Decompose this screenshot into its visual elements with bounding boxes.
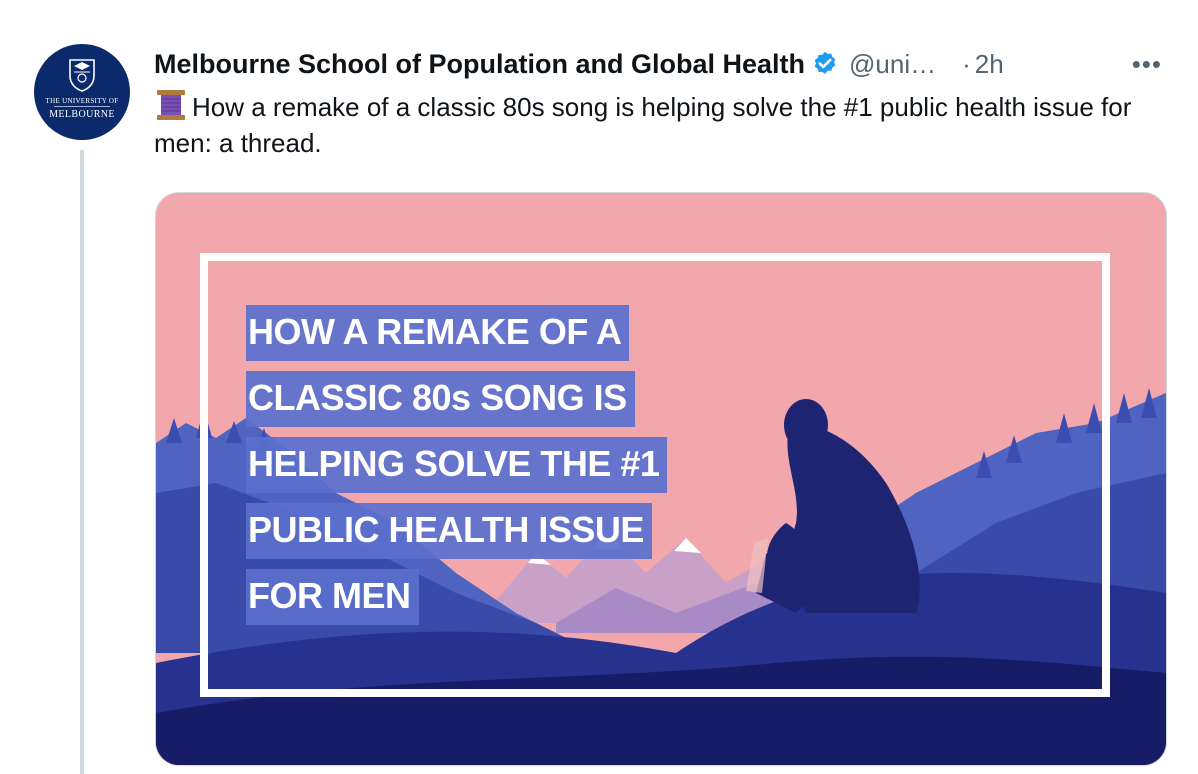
tweet-body: How a remake of a classic 80s song is he… (154, 92, 1132, 158)
tweet-media-image[interactable]: HOW A REMAKE OF A CLASSIC 80s SONG IS HE… (155, 192, 1167, 766)
headline-line: CLASSIC 80s SONG IS (246, 371, 635, 427)
headline-line: FOR MEN (246, 569, 419, 625)
more-options-button[interactable]: ••• (1132, 44, 1162, 84)
header-separator: · (962, 48, 971, 79)
headline-line: HELPING SOLVE THE #1 (246, 437, 668, 493)
tweet-header: Melbourne School of Population and Globa… (154, 44, 1174, 84)
avatar-divider (54, 106, 110, 107)
avatar-university-label: THE UNIVERSITY OF (45, 97, 119, 105)
headline-line: PUBLIC HEALTH ISSUE (246, 503, 652, 559)
university-crest-icon (69, 59, 95, 92)
tweet-text: How a remake of a classic 80s song is he… (154, 88, 1174, 161)
author-name[interactable]: Melbourne School of Population and Globa… (154, 49, 805, 80)
media-headline: HOW A REMAKE OF A CLASSIC 80s SONG IS HE… (246, 303, 668, 633)
verified-badge-icon (814, 51, 836, 74)
author-handle[interactable]: @uni… (849, 49, 936, 80)
headline-line: HOW A REMAKE OF A (246, 305, 630, 361)
avatar[interactable]: THE UNIVERSITY OF MELBOURNE (34, 44, 130, 140)
thread-spool-icon (157, 90, 185, 120)
tweet-timestamp[interactable]: 2h (975, 49, 1004, 80)
avatar-melbourne-label: MELBOURNE (49, 109, 115, 120)
thread-connector-line (80, 150, 84, 774)
